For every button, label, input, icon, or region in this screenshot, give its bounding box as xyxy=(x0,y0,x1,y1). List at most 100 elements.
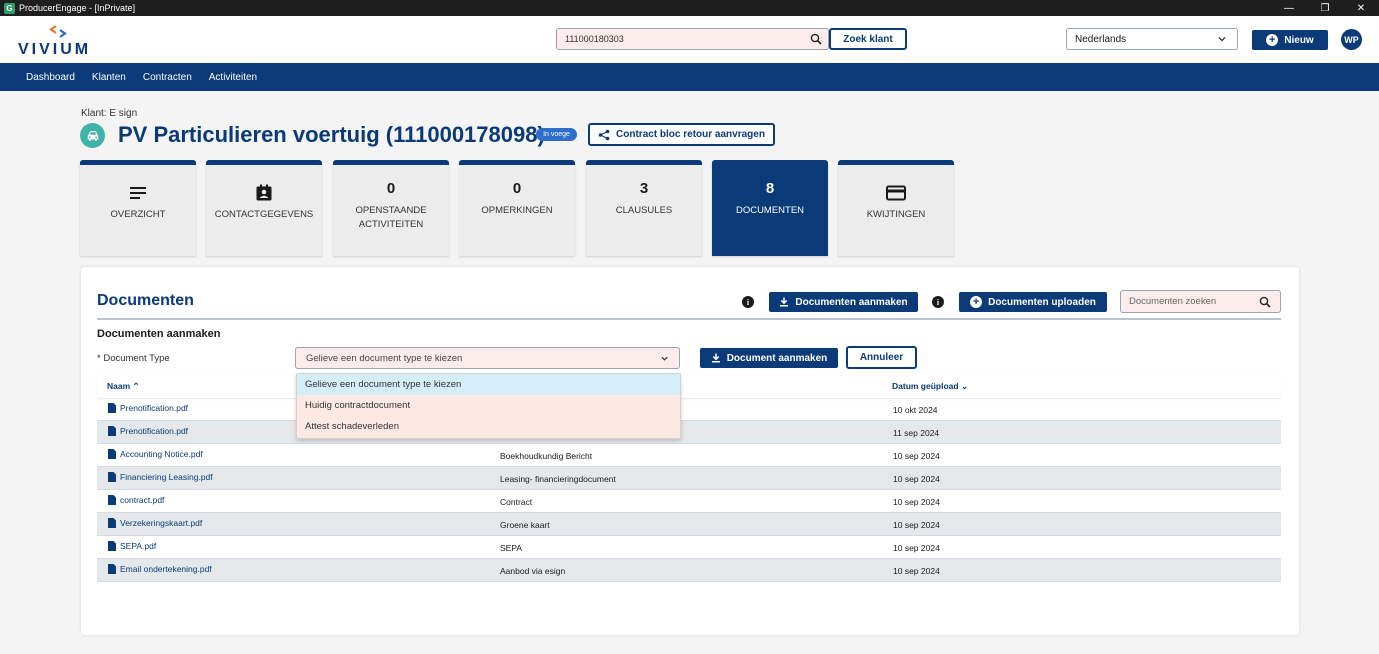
status-badge: In voege xyxy=(536,128,577,141)
vivium-logo[interactable]: VIVIUM xyxy=(18,25,98,58)
car-icon xyxy=(80,123,105,148)
file-icon xyxy=(108,518,116,528)
documents-upload-button[interactable]: + Documenten uploaden xyxy=(959,292,1107,312)
search-icon[interactable] xyxy=(1259,296,1271,308)
tile-label: CLAUSULES xyxy=(615,205,673,216)
tile-documenten[interactable]: 8 DOCUMENTEN xyxy=(712,160,828,256)
table-row[interactable]: Prenotification.pdf 10 okt 2024 xyxy=(97,398,1281,421)
client-search-input[interactable] xyxy=(557,29,797,49)
file-icon xyxy=(108,449,116,459)
tile-label: CONTACTGEGEVENS xyxy=(214,209,314,220)
tile-opmerkingen[interactable]: 0 OPMERKINGEN xyxy=(459,160,575,256)
document-link[interactable]: Financiering Leasing.pdf xyxy=(108,472,213,482)
document-link[interactable]: Prenotification.pdf xyxy=(108,403,188,413)
restore-button[interactable]: ❐ xyxy=(1307,0,1343,16)
nav-klanten[interactable]: Klanten xyxy=(92,72,126,83)
document-type: Contract xyxy=(500,497,533,507)
logo-chevron-icon xyxy=(49,25,67,38)
upload-date: 10 sep 2024 xyxy=(893,543,940,553)
documents-create-button[interactable]: Documenten aanmaken xyxy=(769,292,918,312)
plus-circle-icon: + xyxy=(970,296,983,308)
page-title: PV Particulieren voertuig (111000178098) xyxy=(118,122,545,147)
document-type: Aanbod via esign xyxy=(500,566,566,576)
tile-label: OPMERKINGEN xyxy=(481,205,553,216)
documents-search-box xyxy=(1120,290,1281,313)
upload-date: 11 sep 2024 xyxy=(893,428,940,438)
divider xyxy=(97,318,1281,320)
table-row[interactable]: Email ondertekening.pdf Aanbod via esign… xyxy=(97,559,1281,582)
document-link[interactable]: Prenotification.pdf xyxy=(108,426,188,436)
file-icon xyxy=(108,541,116,551)
document-link[interactable]: Email ondertekening.pdf xyxy=(108,564,212,574)
nav-dashboard[interactable]: Dashboard xyxy=(26,72,75,83)
minimize-button[interactable]: — xyxy=(1271,0,1307,16)
contract-bloc-retour-button[interactable]: Contract bloc retour aanvragen xyxy=(588,123,775,146)
dropdown-option[interactable]: Attest schadeverleden xyxy=(297,416,680,437)
main-nav: Dashboard Klanten Contracten Activiteite… xyxy=(0,63,1379,91)
table-row[interactable]: contract.pdf Contract 10 sep 2024 xyxy=(97,490,1281,513)
client-search-box xyxy=(556,28,829,50)
file-icon xyxy=(108,564,116,574)
table-row[interactable]: Financiering Leasing.pdf Leasing- financ… xyxy=(97,467,1281,490)
document-type-select[interactable]: Gelieve een document type te kiezen xyxy=(295,347,680,369)
dropdown-option[interactable]: Gelieve een document type te kiezen xyxy=(297,374,680,395)
download-icon xyxy=(780,297,789,307)
column-header-date[interactable]: Datum geüpload ⌄ xyxy=(892,381,968,392)
tile-overzicht[interactable]: OVERZICHT xyxy=(80,160,196,256)
document-create-label: Document aanmaken xyxy=(726,352,828,364)
user-avatar[interactable]: WP xyxy=(1341,29,1362,50)
tile-clausules[interactable]: 3 CLAUSULES xyxy=(586,160,702,256)
window-titlebar: G ProducerEngage - [InPrivate] — ❐ ✕ xyxy=(0,0,1379,16)
document-type-label: * Document Type xyxy=(97,353,170,364)
document-type: SEPA xyxy=(500,543,523,553)
dropdown-option[interactable]: Huidig contractdocument xyxy=(297,395,680,416)
app-icon: G xyxy=(4,2,15,14)
document-link[interactable]: SEPA.pdf xyxy=(108,541,156,551)
file-icon xyxy=(108,426,116,436)
documents-card: Documenten i Documenten aanmaken i + Doc… xyxy=(81,267,1299,635)
documents-table: Naam ⌃ Datum geüpload ⌄ Prenotification.… xyxy=(97,374,1281,582)
table-row[interactable]: Accounting Notice.pdf Boekhoudkundig Ber… xyxy=(97,444,1281,467)
column-header-name[interactable]: Naam ⌃ xyxy=(107,381,140,392)
tile-count: 0 xyxy=(386,180,396,197)
document-type: Groene kaart xyxy=(500,520,550,530)
chevron-down-icon xyxy=(1218,37,1226,42)
credit-card-icon xyxy=(886,182,906,204)
tile-label: OVERZICHT xyxy=(110,209,166,220)
upload-date: 10 sep 2024 xyxy=(893,474,940,484)
tile-label: OPENSTAANDE ACTIVITEITEN xyxy=(355,205,427,230)
window-controls: — ❐ ✕ xyxy=(1271,0,1379,16)
search-client-button[interactable]: Zoek klant xyxy=(829,28,907,50)
info-icon[interactable]: i xyxy=(742,296,754,308)
table-row[interactable]: SEPA.pdf SEPA 10 sep 2024 xyxy=(97,536,1281,559)
language-select[interactable]: Nederlands xyxy=(1066,28,1238,50)
document-link[interactable]: contract.pdf xyxy=(108,495,164,505)
table-row[interactable]: Verzekeringskaart.pdf Groene kaart 10 se… xyxy=(97,513,1281,536)
document-type: Leasing- financieringdocument xyxy=(500,474,616,484)
document-link[interactable]: Accounting Notice.pdf xyxy=(108,449,203,459)
nav-contracten[interactable]: Contracten xyxy=(143,72,192,83)
documents-title: Documenten xyxy=(97,292,194,309)
document-type: Boekhoudkundig Bericht xyxy=(500,451,593,461)
app-header: VIVIUM Zoek klant Nederlands + Nieuw WP xyxy=(0,16,1379,63)
nav-activiteiten[interactable]: Activiteiten xyxy=(209,72,257,83)
chevron-down-icon xyxy=(661,356,668,361)
tile-openstaande-activiteiten[interactable]: 0 OPENSTAANDE ACTIVITEITEN xyxy=(333,160,449,256)
new-button-label: Nieuw xyxy=(1284,34,1314,46)
info-icon[interactable]: i xyxy=(932,296,944,308)
new-button[interactable]: + Nieuw xyxy=(1252,30,1328,50)
search-icon[interactable] xyxy=(810,33,822,45)
table-row[interactable]: Prenotification.pdf 11 sep 2024 xyxy=(97,421,1281,444)
tile-kwijtingen[interactable]: KWIJTINGEN xyxy=(838,160,954,256)
file-icon xyxy=(108,403,116,413)
document-link[interactable]: Verzekeringskaart.pdf xyxy=(108,518,202,528)
share-icon xyxy=(598,129,610,140)
tile-count: 3 xyxy=(639,180,649,197)
logo-text: VIVIUM xyxy=(18,41,92,58)
documents-search-input[interactable] xyxy=(1121,291,1251,312)
tile-contactgegevens[interactable]: CONTACTGEGEVENS xyxy=(206,160,322,256)
close-button[interactable]: ✕ xyxy=(1343,0,1379,16)
document-create-button[interactable]: Document aanmaken xyxy=(700,348,838,368)
cancel-button[interactable]: Annuleer xyxy=(846,346,917,369)
tile-label: KWIJTINGEN xyxy=(866,209,926,220)
